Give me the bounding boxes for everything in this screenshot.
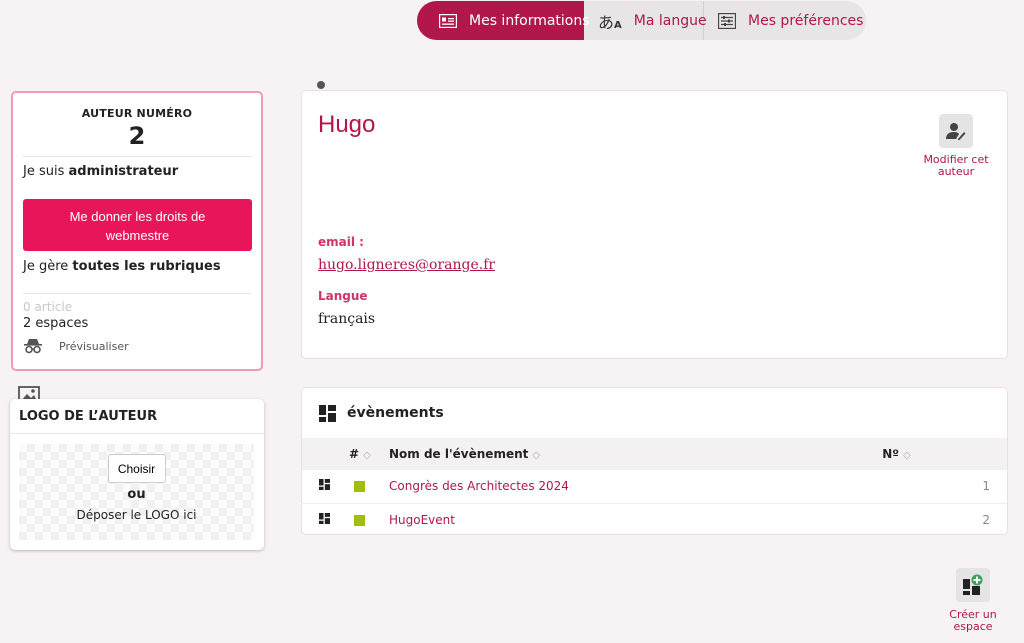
table-row: Congrès des Architectes 2024 1 (302, 470, 1007, 504)
choose-file-button[interactable]: Choisir (107, 454, 166, 483)
edit-author-button[interactable]: Modifier cet auteur (922, 114, 990, 178)
role-prefix: Je suis (23, 164, 65, 179)
author-summary-card: AUTEUR NUMÉRO 2 Je suis administrateur M… (11, 91, 263, 371)
events-title: évènements (347, 405, 444, 421)
author-role: Je suis administrateur (23, 163, 251, 181)
edit-author-label: Modifier cet auteur (923, 153, 989, 178)
divider (23, 156, 251, 157)
color-swatch (354, 514, 365, 526)
email-value: hugo.ligneres@orange.fr (318, 257, 495, 273)
row-num-cell: 1 (882, 470, 1007, 504)
preview-link[interactable]: Prévisualiser (23, 338, 251, 354)
header-icon-cell (302, 438, 349, 470)
sliders-icon (718, 12, 736, 29)
row-name-cell: HugoEvent (389, 503, 883, 534)
sort-icon: ◇ (532, 450, 541, 461)
tab-label: Mes informations (469, 12, 590, 29)
author-name: Hugo (318, 111, 376, 138)
events-table: # ◇ Nom de l'évènement ◇ Nº ◇ Congrès des A… (302, 438, 1007, 534)
add-space-icon (963, 574, 983, 595)
grid-icon (319, 512, 330, 524)
row-color-cell (349, 503, 389, 534)
tab-label: Mes préférences (748, 12, 864, 29)
create-space-button[interactable]: Créer un espace (945, 568, 1001, 633)
create-space-icon-box (956, 568, 990, 602)
rubrics-prefix: Je gère (23, 259, 69, 274)
id-card-icon (439, 13, 457, 28)
article-count: 0 article (23, 300, 73, 314)
author-info-card: Hugo Modifier cet auteur email : hugo.li… (301, 90, 1008, 359)
tab-ma-langue[interactable]: あA Ma langue (584, 1, 707, 40)
tab-mes-preferences[interactable]: Mes préférences (704, 1, 866, 40)
user-edit-icon (946, 123, 966, 140)
event-link[interactable]: HugoEvent (389, 513, 455, 527)
or-label: ou (127, 487, 146, 502)
incognito-icon (24, 339, 42, 354)
create-space-label: Créer un espace (949, 608, 997, 633)
webmaster-rights-button[interactable]: Me donner les droits de webmestre (23, 199, 252, 251)
row-name-cell: Congrès des Architectes 2024 (389, 470, 883, 504)
header-name[interactable]: Nom de l'évènement ◇ (389, 438, 883, 470)
role-value: administrateur (68, 164, 179, 179)
translate-icon: あA (598, 12, 622, 32)
author-number: 2 (128, 122, 146, 150)
events-header: évènements (302, 388, 1007, 438)
language-label: Langue (318, 289, 368, 303)
author-logo-card: LOGO DE L’AUTEUR Choisir ou Déposer le L… (10, 399, 264, 550)
grid-icon (319, 404, 336, 422)
tab-mes-informations[interactable]: Mes informations (417, 1, 590, 40)
sort-icon: ◇ (903, 450, 911, 461)
events-card: évènements # ◇ Nom de l'évènement ◇ Nº ◇ Co… (301, 387, 1008, 535)
header-num[interactable]: Nº ◇ (882, 438, 1007, 470)
header-label: Nom de l'évènement (389, 447, 529, 461)
row-icon-cell (302, 470, 349, 504)
event-link[interactable]: Congrès des Architectes 2024 (389, 479, 569, 493)
header-label: # (349, 447, 360, 461)
grid-icon (319, 479, 330, 491)
sort-icon: ◇ (363, 450, 371, 461)
row-num-cell: 2 (882, 503, 1007, 534)
row-icon-cell (302, 503, 349, 534)
logo-card-title: LOGO DE L’AUTEUR (10, 399, 264, 434)
rubrics-value: toutes les rubriques (72, 259, 221, 274)
header-id[interactable]: # ◇ (349, 438, 389, 470)
table-header-row: # ◇ Nom de l'évènement ◇ Nº ◇ (302, 438, 1007, 470)
language-value: français (318, 311, 376, 327)
space-count: 2 espaces (23, 316, 89, 331)
header-label: Nº (882, 447, 900, 461)
author-rubrics: Je gère toutes les rubriques (23, 258, 251, 276)
divider (23, 293, 251, 294)
color-swatch (354, 481, 365, 493)
profile-tabs: Mes informations あA Ma langue Mes préfér… (417, 1, 866, 40)
tab-label: Ma langue (633, 12, 707, 29)
email-link[interactable]: hugo.ligneres@orange.fr (318, 257, 495, 273)
email-label: email : (318, 235, 364, 249)
drop-label: Déposer le LOGO ici (76, 508, 197, 522)
table-row: HugoEvent 2 (302, 503, 1007, 534)
author-number-label: AUTEUR NUMÉRO (81, 107, 193, 120)
preview-label: Prévisualiser (59, 339, 129, 353)
edit-author-icon-box (939, 114, 973, 148)
row-color-cell (349, 470, 389, 504)
logo-dropzone[interactable]: Choisir ou Déposer le LOGO ici (19, 444, 254, 540)
